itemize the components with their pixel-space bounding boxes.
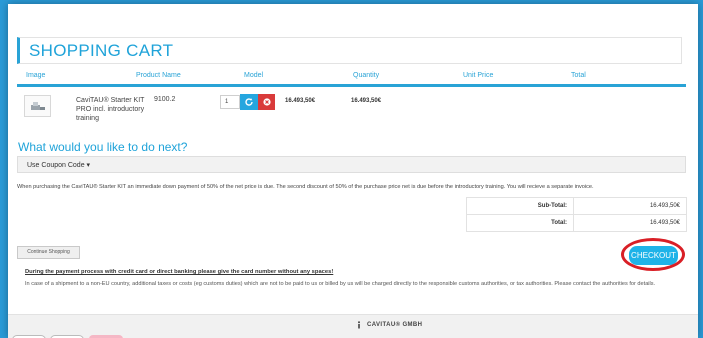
shipping-note: In case of a shipment to a non-EU countr…: [25, 281, 656, 287]
page-title: SHOPPING CART: [29, 41, 174, 60]
info-icon: [358, 321, 360, 329]
next-steps-title: What would you like to do next?: [18, 140, 188, 154]
update-quantity-button[interactable]: [240, 94, 258, 110]
subtotal-value: 16.493,50€: [573, 197, 687, 215]
header-divider: [17, 84, 686, 87]
page-container: SHOPPING CART Image Product Name Model Q…: [8, 4, 698, 338]
product-image-icon: [31, 102, 45, 110]
coupon-panel: Use Coupon Code ▾: [17, 156, 686, 173]
subtotal-label: Sub-Total:: [466, 197, 574, 215]
payment-notice: When purchasing the CaviTAU® Starter KIT…: [17, 184, 594, 190]
cart-header: SHOPPING CART: [17, 37, 682, 64]
column-header-product-name: Product Name: [136, 72, 181, 79]
product-name-link[interactable]: CaviTAU® Starter KIT PRO incl. introduct…: [76, 96, 146, 123]
payment-warning: During the payment process with credit c…: [25, 269, 334, 275]
column-header-total: Total: [571, 72, 586, 79]
subtotal-row: Sub-Total: 16.493,50€: [466, 197, 687, 215]
continue-shopping-button[interactable]: Continue Shopping: [17, 246, 80, 259]
quantity-input[interactable]: 1: [220, 95, 240, 109]
column-header-quantity: Quantity: [353, 72, 380, 79]
product-model: 9100.2: [154, 96, 176, 103]
footer: CAVITAU® GMBH: [8, 314, 698, 338]
total-value: 16.493,50€: [573, 214, 687, 232]
unit-price: 16.493,50€: [285, 98, 316, 104]
column-header-unit-price: Unit Price: [463, 72, 494, 79]
checkout-button[interactable]: CHECKOUT: [629, 246, 678, 265]
coupon-toggle[interactable]: Use Coupon Code ▾: [27, 161, 90, 169]
line-total: 16.493,50€: [351, 98, 382, 104]
remove-item-button[interactable]: [258, 94, 275, 110]
remove-icon: [263, 98, 271, 106]
total-row: Total: 16.493,50€: [466, 214, 687, 232]
tab-notch: [8, 89, 22, 117]
footer-brand: CAVITAU® GMBH: [367, 322, 423, 328]
totals-table: Sub-Total: 16.493,50€ Total: 16.493,50€: [466, 197, 687, 232]
product-thumbnail[interactable]: [24, 95, 51, 117]
column-header-image: Image: [26, 72, 46, 79]
column-header-model: Model: [244, 72, 264, 79]
refresh-icon: [245, 98, 253, 106]
total-label: Total:: [466, 214, 574, 232]
